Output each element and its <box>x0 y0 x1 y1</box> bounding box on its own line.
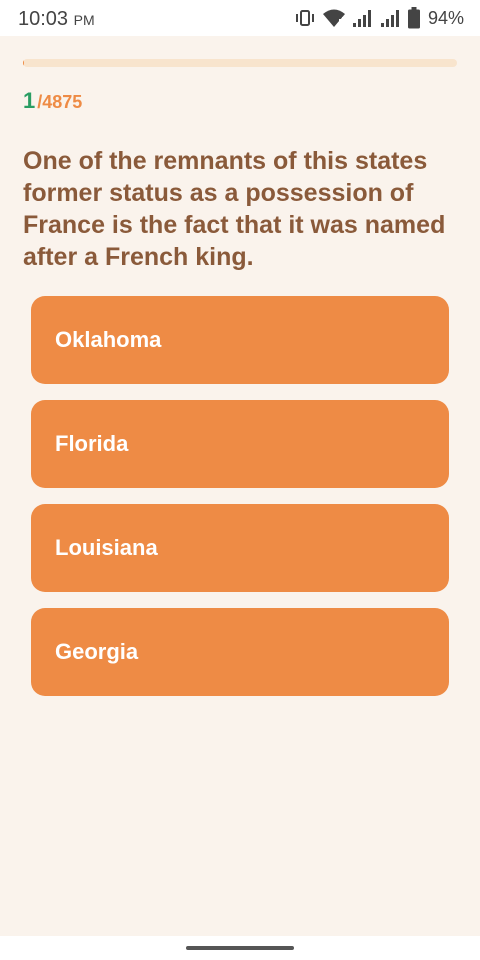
home-gesture-handle[interactable] <box>186 946 294 950</box>
status-icons: 94% <box>294 6 464 30</box>
signal-icon <box>352 8 374 28</box>
status-time-ampm: PM <box>73 12 95 28</box>
answer-label: Georgia <box>55 639 139 664</box>
answer-button[interactable]: Georgia <box>31 608 449 696</box>
battery-icon <box>407 7 420 29</box>
answer-button[interactable]: Louisiana <box>31 504 449 592</box>
question-current-index: 1 <box>23 88 36 113</box>
answer-label: Florida <box>55 431 129 456</box>
navigation-bar <box>0 936 480 960</box>
answer-button[interactable]: Oklahoma <box>31 296 449 384</box>
vibrate-icon <box>294 9 316 27</box>
question-text: One of the remnants of this states forme… <box>23 147 446 271</box>
wifi-icon <box>322 8 346 28</box>
status-time-value: 10:03 <box>18 8 69 30</box>
status-bar: 10:03 PM 94% <box>0 0 480 36</box>
battery-percentage: 94% <box>427 7 464 28</box>
answer-label: Oklahoma <box>55 327 162 352</box>
status-time: 10:03 PM <box>18 8 95 31</box>
question-counter: 1 /4875 <box>23 88 82 114</box>
question-total: /4875 <box>37 92 83 112</box>
signal-icon <box>380 8 402 28</box>
answer-list: Oklahoma Florida Louisiana Georgia <box>31 296 449 712</box>
quiz-progress-bar <box>23 59 457 67</box>
answer-button[interactable]: Florida <box>31 400 449 488</box>
answer-label: Louisiana <box>55 535 158 560</box>
